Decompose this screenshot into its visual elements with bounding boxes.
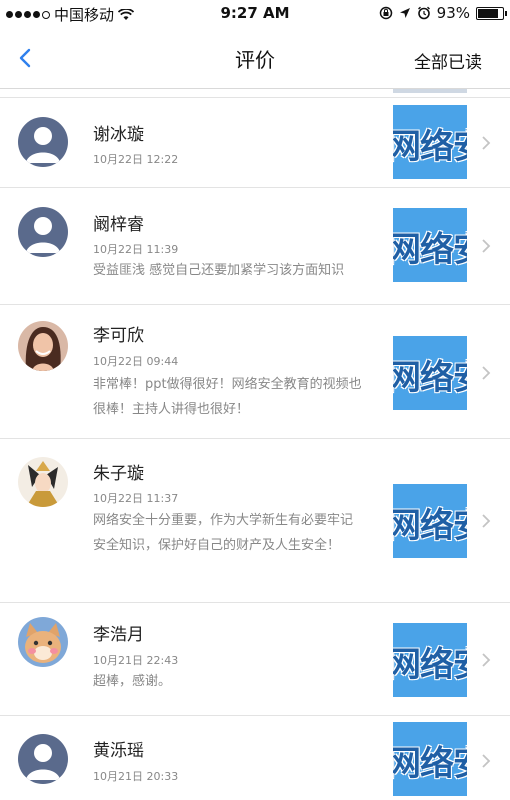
photo-avatar-icon xyxy=(18,321,68,371)
avatar xyxy=(18,617,68,667)
review-list: 谢冰璇 10月22日 12:22 网络安 阚梓睿 10月22日 11:39 受益… xyxy=(0,89,510,800)
navigation-bar: 评价 全部已读 xyxy=(0,26,510,89)
default-avatar-icon xyxy=(18,207,68,257)
thumbnail-text: 网络安 xyxy=(393,645,467,685)
course-thumbnail: 网络安 xyxy=(393,208,467,282)
alarm-icon xyxy=(417,6,430,20)
review-date: 10月22日 11:39 xyxy=(93,243,179,256)
chevron-right-icon xyxy=(482,239,491,253)
chevron-right-icon xyxy=(482,514,491,528)
default-avatar-icon xyxy=(18,117,68,167)
list-item[interactable]: 阚梓睿 10月22日 11:39 受益匪浅 感觉自己还要加紧学习该方面知识 网络… xyxy=(0,188,510,305)
reviewer-name: 李浩月 xyxy=(93,625,144,645)
thumbnail-text: 网络安 xyxy=(393,127,467,167)
list-item[interactable]: 谢冰璇 10月22日 12:22 网络安 xyxy=(0,98,510,188)
review-date: 10月21日 20:33 xyxy=(93,770,179,783)
review-comment: 超棒，感谢。 xyxy=(93,674,172,689)
location-arrow-icon xyxy=(399,8,410,18)
course-thumbnail: 网络安 xyxy=(393,105,467,179)
review-date: 10月21日 22:43 xyxy=(93,654,179,667)
battery-icon xyxy=(476,6,507,20)
course-thumbnail: 网络安 xyxy=(393,484,467,558)
avatar xyxy=(18,457,68,507)
review-comment: 受益匪浅 感觉自己还要加紧学习该方面知识 xyxy=(93,263,345,278)
chevron-right-icon xyxy=(482,754,491,768)
thumbnail-text: 网络安 xyxy=(393,506,467,546)
chevron-right-icon xyxy=(482,136,491,150)
status-right: 93% xyxy=(379,4,507,22)
review-date: 10月22日 09:44 xyxy=(93,355,179,368)
review-comment: 非常棒！ppt做得很好！网络安全教育的视频也很棒！主持人讲得也很好！ xyxy=(93,377,362,417)
avatar xyxy=(18,321,68,371)
thumbnail-text: 网络安 xyxy=(393,358,467,398)
course-thumbnail: 网络安 xyxy=(393,722,467,796)
cat-avatar-icon xyxy=(18,617,68,667)
course-thumbnail: 网络安 xyxy=(393,336,467,410)
chevron-right-icon xyxy=(482,653,491,667)
reviewer-name: 谢冰璇 xyxy=(93,125,144,145)
course-thumbnail: 网络安 xyxy=(393,623,467,697)
list-item[interactable]: 李可欣 10月22日 09:44 非常棒！ppt做得很好！网络安全教育的视频也很… xyxy=(0,305,510,439)
chevron-right-icon xyxy=(482,366,491,380)
reviewer-name: 阚梓睿 xyxy=(93,215,144,235)
anime-avatar-icon xyxy=(18,457,68,507)
thumbnail-text: 网络安 xyxy=(393,744,467,784)
thumbnail-partial xyxy=(393,89,467,93)
rotation-lock-icon xyxy=(379,6,392,20)
thumbnail-text: 网络安 xyxy=(393,230,467,270)
reviewer-name: 黄泺瑶 xyxy=(93,741,144,761)
avatar xyxy=(18,207,68,257)
mark-all-read-button[interactable]: 全部已读 xyxy=(414,48,482,73)
avatar xyxy=(18,117,68,167)
list-item-partial xyxy=(0,89,510,98)
avatar xyxy=(18,734,68,784)
status-bar: 中国移动 9:27 AM 93% xyxy=(0,0,510,26)
list-item[interactable]: 黄泺瑶 10月21日 20:33 网络安 xyxy=(0,716,510,800)
battery-percent: 93% xyxy=(436,4,470,22)
default-avatar-icon xyxy=(18,734,68,784)
list-item[interactable]: 朱子璇 10月22日 11:37 网络安全十分重要，作为大学新生有必要牢记安全知… xyxy=(0,439,510,603)
review-date: 10月22日 12:22 xyxy=(93,153,179,166)
list-item[interactable]: 李浩月 10月21日 22:43 超棒，感谢。 网络安 xyxy=(0,603,510,716)
reviewer-name: 朱子璇 xyxy=(93,464,144,484)
reviewer-name: 李可欣 xyxy=(93,326,144,346)
review-comment: 网络安全十分重要，作为大学新生有必要牢记安全知识，保护好自己的财产及人生安全！ xyxy=(93,513,354,553)
screen: 中国移动 9:27 AM 93% 评价 全部已读 谢冰璇 10月22日 12:2… xyxy=(0,0,510,800)
review-date: 10月22日 11:37 xyxy=(93,492,179,505)
